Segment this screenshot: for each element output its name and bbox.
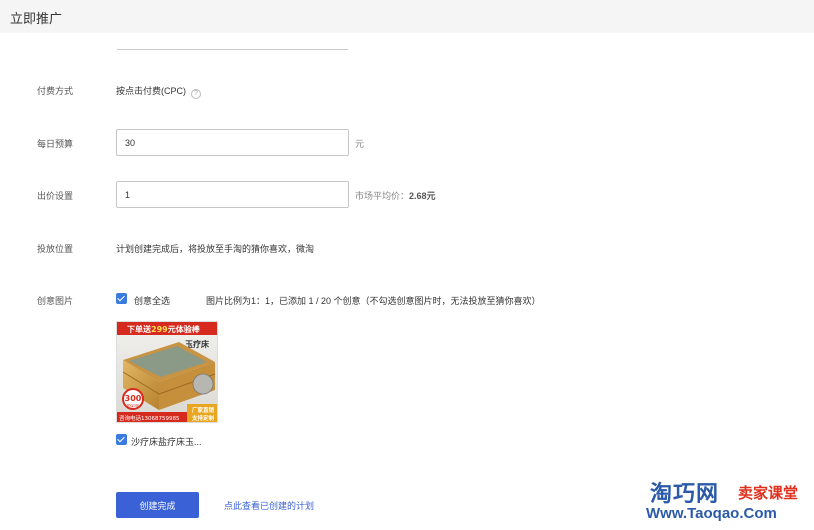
select-all-checkbox[interactable] — [116, 293, 127, 304]
divider — [117, 49, 348, 50]
daily-budget-input[interactable] — [116, 129, 349, 156]
watermark: 淘巧网 卖家课堂 Www.Taoqao.Com — [646, 476, 810, 524]
market-average-label: 市场平均价： — [355, 191, 410, 201]
creative-item-checkbox[interactable] — [116, 434, 127, 445]
market-average-value: 2.68元 — [409, 191, 436, 201]
bid-label: 出价设置 — [37, 191, 74, 201]
daily-budget-unit: 元 — [355, 139, 365, 149]
placement-label: 投放位置 — [37, 244, 74, 254]
create-complete-button[interactable]: 创建完成 — [116, 492, 199, 518]
image-factory-text-b: 支持定制 — [191, 414, 215, 422]
page-title: 立即推广 — [10, 11, 63, 26]
placement-value: 计划创建完成后，将投放至手淘的猜你喜欢，微淘 — [116, 244, 315, 254]
creative-note: 图片比例为1：1，已添加 1 / 20 个创意（不勾选创意图片时，无法投放至猜你… — [206, 296, 541, 306]
image-banner-text: 下单送299元体验棒 — [127, 324, 201, 334]
watermark-subtitle: 卖家课堂 — [738, 485, 799, 502]
creative-image-art: 下单送299元体验棒 玉疗床 300 质保3年 咨询电话13068759985 … — [117, 322, 217, 422]
image-badge-number: 300 — [125, 394, 142, 403]
page-header: 立即推广 — [0, 0, 814, 33]
creative-label: 创意图片 — [37, 296, 74, 306]
image-phone-text: 咨询电话13068759985 — [119, 414, 180, 422]
market-average-hint: 市场平均价：2.68元 — [355, 189, 436, 202]
bid-input[interactable] — [116, 181, 349, 208]
pay-method-text: 按点击付费(CPC) — [116, 86, 186, 96]
image-badge-label: 质保3年 — [127, 403, 140, 408]
pay-method-label: 付费方式 — [37, 86, 74, 96]
select-all-label[interactable]: 创意全选 — [134, 294, 170, 307]
pay-method-value: 按点击付费(CPC)? — [116, 84, 201, 99]
image-factory-text-a: 厂家直销 — [192, 406, 215, 414]
watermark-brand: 淘巧网 — [650, 481, 720, 506]
watermark-url: Www.Taoqao.Com — [646, 505, 777, 522]
help-icon[interactable]: ? — [191, 89, 201, 99]
creative-item-title[interactable]: 沙疗床盐疗床玉... — [131, 435, 202, 448]
daily-budget-label: 每日预算 — [37, 139, 74, 149]
view-created-plans-link[interactable]: 点此查看已创建的计划 — [224, 499, 314, 512]
creative-image[interactable]: 下单送299元体验棒 玉疗床 300 质保3年 咨询电话13068759985 … — [116, 321, 218, 423]
